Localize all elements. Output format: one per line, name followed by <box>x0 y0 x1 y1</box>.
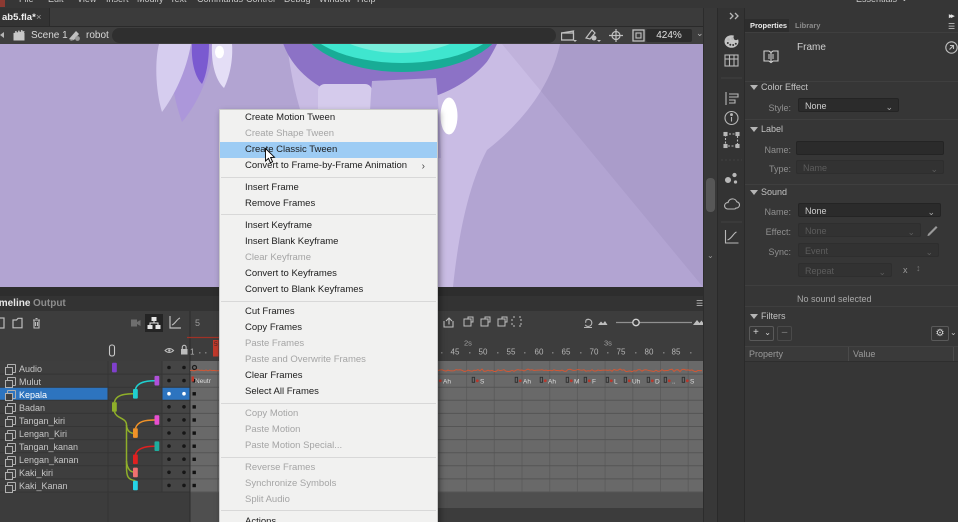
svg-text:M: M <box>574 378 579 385</box>
svg-text:3s: 3s <box>604 339 612 348</box>
svg-text:Ah: Ah <box>443 378 451 385</box>
svg-text:Neutr: Neutr <box>195 378 212 385</box>
svg-text:5: 5 <box>195 318 200 328</box>
svg-text:1: 1 <box>190 348 195 357</box>
svg-text:L: L <box>614 378 618 385</box>
svg-text:S: S <box>480 378 485 385</box>
svg-text:50: 50 <box>479 348 488 357</box>
svg-text:70: 70 <box>590 348 599 357</box>
svg-text:65: 65 <box>562 348 571 357</box>
svg-text:85: 85 <box>672 348 681 357</box>
svg-text:2s: 2s <box>464 339 472 348</box>
svg-text:Uh: Uh <box>632 378 641 385</box>
svg-text:55: 55 <box>507 348 516 357</box>
svg-text:60: 60 <box>535 348 544 357</box>
svg-text:75: 75 <box>617 348 626 357</box>
svg-text:5: 5 <box>214 341 218 348</box>
svg-text:S: S <box>690 378 695 385</box>
svg-text:D: D <box>655 378 660 385</box>
svg-text:..: .. <box>672 378 676 385</box>
svg-text:F: F <box>592 378 596 385</box>
svg-text:Ah: Ah <box>548 378 556 385</box>
svg-text:Ah: Ah <box>523 378 531 385</box>
svg-text:45: 45 <box>451 348 460 357</box>
svg-text:80: 80 <box>645 348 654 357</box>
